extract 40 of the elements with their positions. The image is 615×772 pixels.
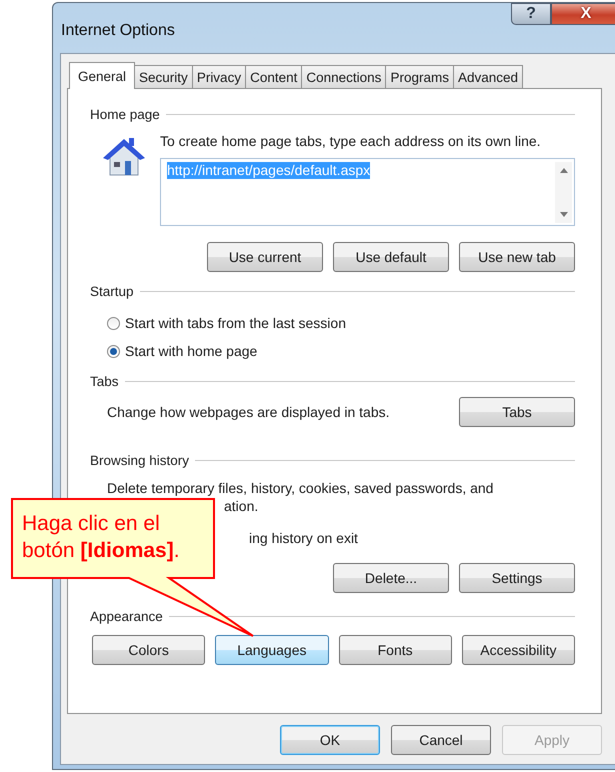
appearance-button[interactable]: Colors	[92, 635, 206, 665]
tab[interactable]: Content	[245, 65, 302, 88]
appearance-button[interactable]: Fonts	[338, 635, 452, 665]
tab[interactable]: General	[69, 62, 136, 89]
action-button[interactable]: Settings	[459, 563, 575, 593]
radio-label: Start with home page	[125, 343, 258, 359]
group-label: Startup	[90, 284, 134, 298]
group-label: Appearance	[90, 608, 163, 624]
help-button[interactable]: ?	[511, 3, 551, 25]
group-label: Tabs	[90, 374, 119, 388]
action-button[interactable]: Delete...	[333, 563, 449, 593]
appearance-button[interactable]: Accessibility	[462, 635, 575, 665]
tab[interactable]: Connections	[301, 65, 386, 88]
history-description: Delete temporary files, history, cookies, saved passwords, and	[107, 479, 494, 497]
action-button[interactable]: Use default	[333, 242, 449, 272]
tab[interactable]: Security	[134, 65, 193, 88]
scroll-up-icon[interactable]	[558, 167, 568, 173]
action-button[interactable]: Use new tab	[459, 242, 575, 272]
history-description: ation.	[224, 497, 260, 515]
dialog-button[interactable]: OK	[280, 725, 380, 755]
tab[interactable]: Programs	[385, 65, 454, 88]
radio-button[interactable]	[107, 316, 120, 330]
dialog-button[interactable]: Cancel	[391, 725, 491, 755]
tabs-button[interactable]: Tabs	[459, 397, 575, 427]
callout-text: Haga clic en el botón [Idiomas].	[22, 511, 181, 564]
checkbox-label: ing history on exit	[249, 530, 359, 546]
radio-label: Start with tabs from the last session	[125, 315, 346, 331]
instruction-text: To create home page tabs, type each address on its own line.	[160, 133, 541, 149]
tabs-description: Change how webpages are displayed in tabs.	[107, 404, 390, 420]
scrollbar[interactable]	[555, 162, 572, 223]
action-button[interactable]: Use current	[207, 242, 323, 272]
window-title: Internet Options	[61, 22, 175, 40]
tab[interactable]: Privacy	[192, 65, 246, 88]
close-button[interactable]: X	[551, 3, 615, 25]
radio-button[interactable]	[107, 344, 120, 358]
appearance-button[interactable]: Languages	[215, 635, 328, 665]
group-label: Browsing history	[90, 452, 190, 468]
tab[interactable]: Advanced	[452, 65, 523, 88]
group-label: Home page	[90, 106, 160, 122]
scroll-down-icon[interactable]	[558, 212, 568, 218]
